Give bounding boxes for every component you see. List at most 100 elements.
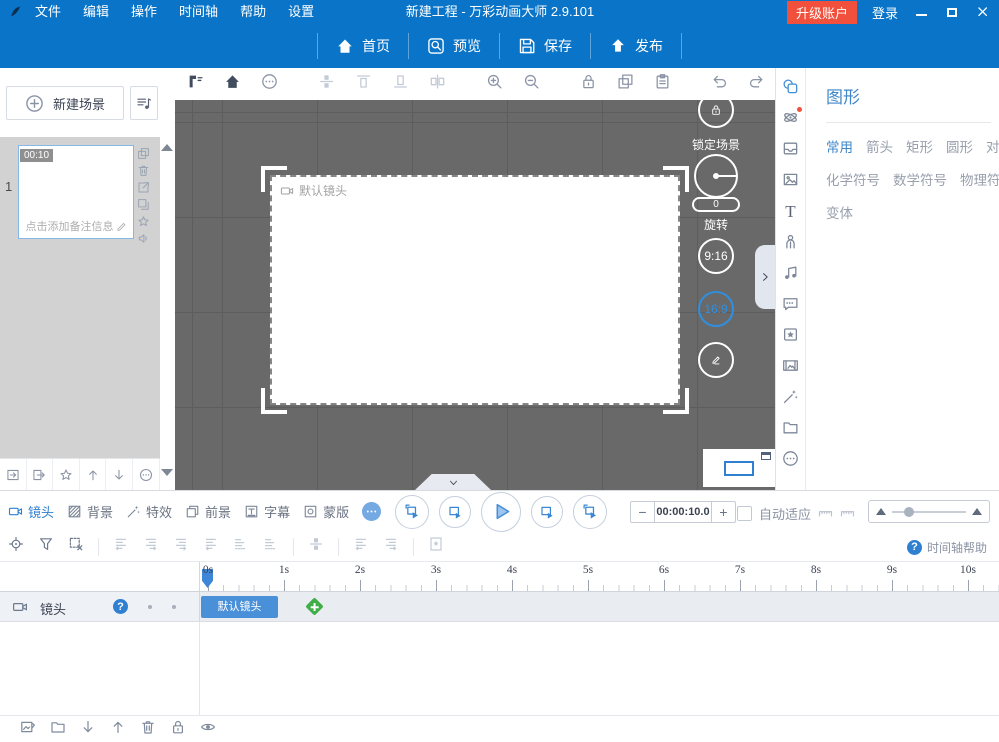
decrease-time-button[interactable]: − — [631, 502, 654, 522]
zoom-in-handle-icon[interactable] — [972, 508, 982, 515]
shift-left-button[interactable] — [203, 536, 219, 557]
upgrade-account-button[interactable]: 升级账户 — [787, 1, 857, 24]
login-button[interactable]: 登录 — [872, 3, 898, 22]
auto-fit-checkbox[interactable] — [737, 506, 752, 521]
maximize-button[interactable] — [944, 4, 960, 20]
canvas[interactable]: 默认镜头 锁定场景 0 旋转 9:16 16:9 — [175, 100, 775, 490]
slider-handle[interactable] — [904, 507, 914, 517]
swap-layers-button[interactable] — [308, 536, 324, 557]
insert-scene-button[interactable] — [0, 459, 27, 491]
timeline-body[interactable] — [0, 622, 999, 715]
more-layers-button[interactable] — [362, 502, 381, 521]
shape-category[interactable]: 箭头 — [866, 136, 893, 156]
scene-thumbnail[interactable]: 00:10 点击添加备注信息 — [18, 145, 134, 239]
more-scene-options-button[interactable] — [133, 459, 160, 491]
locate-playhead-button[interactable] — [8, 536, 24, 557]
home-button[interactable]: 首页 — [318, 24, 408, 68]
delete-scene-button[interactable] — [137, 164, 150, 177]
export-scene-button[interactable] — [137, 181, 150, 194]
shift-right-button[interactable] — [173, 536, 189, 557]
scene-audio-button[interactable] — [137, 232, 150, 245]
scene-music-button[interactable] — [130, 86, 158, 120]
time-value[interactable]: 00:00:10.0 — [654, 502, 712, 522]
next-scene-button[interactable] — [106, 459, 133, 491]
folder-tool-button[interactable] — [782, 419, 799, 437]
shape-category[interactable]: 化学符号 — [826, 169, 880, 189]
minimap[interactable] — [703, 449, 775, 487]
track-help-icon[interactable]: ? — [113, 599, 128, 614]
copy-button[interactable] — [617, 73, 634, 95]
fit-ruler-icon[interactable] — [818, 506, 833, 521]
ratio-9-16-button[interactable]: 9:16 — [698, 238, 734, 274]
layer-tab-6[interactable]: 蒙版 — [303, 502, 349, 521]
help-icon[interactable]: ? — [907, 540, 922, 555]
redo-button[interactable] — [748, 73, 765, 95]
move-layer-down-button[interactable] — [383, 536, 399, 557]
shape-category[interactable]: 圆形 — [946, 136, 973, 156]
duplicate-scene-button[interactable] — [137, 198, 150, 211]
rotate-dial[interactable] — [694, 154, 738, 198]
align-bottom-button[interactable] — [392, 73, 409, 95]
expand-panel-button[interactable] — [755, 245, 775, 309]
canvas-home-button[interactable] — [224, 73, 241, 95]
scroll-down-icon[interactable] — [161, 469, 173, 476]
edit-background-button[interactable] — [698, 342, 734, 378]
image-tool-button[interactable] — [782, 171, 799, 189]
minimap-viewport[interactable] — [724, 461, 754, 476]
menu-item[interactable]: 时间轴 — [168, 0, 229, 24]
shape-category[interactable]: 物理符号 — [960, 169, 999, 189]
paste-button[interactable] — [654, 73, 671, 95]
filter-elements-button[interactable] — [38, 536, 54, 557]
more-tools-button[interactable] — [782, 450, 799, 468]
new-scene-button[interactable]: 新建场景 — [6, 86, 124, 120]
camera-clip[interactable]: 默认镜头 — [201, 596, 278, 618]
scale-ruler-icon[interactable] — [840, 506, 855, 521]
save-button[interactable]: 保存 — [500, 24, 590, 68]
move-element-up-button[interactable] — [110, 719, 126, 740]
menu-item[interactable]: 文件 — [24, 0, 72, 24]
shape-category[interactable]: 常用 — [826, 136, 853, 156]
play-current-scene-button[interactable] — [439, 496, 471, 528]
publish-button[interactable]: 发布 — [591, 24, 681, 68]
distribute-vertical-button[interactable] — [318, 73, 335, 95]
play-element-button[interactable] — [531, 496, 563, 528]
play-from-start-button[interactable] — [395, 495, 429, 529]
zoom-out-button[interactable] — [523, 73, 540, 95]
move-element-down-button[interactable] — [80, 719, 96, 740]
timeline-zoom-slider[interactable] — [868, 500, 990, 523]
distribute-time-button[interactable] — [263, 536, 279, 557]
copy-scene-button[interactable] — [137, 147, 150, 160]
track-lane[interactable]: 默认镜头 — [200, 592, 999, 621]
shape-category[interactable]: 对话框 — [986, 136, 999, 156]
favorite-scene-button[interactable] — [137, 215, 150, 228]
zoom-out-handle-icon[interactable] — [876, 508, 886, 515]
increase-time-button[interactable]: + — [712, 502, 735, 522]
move-layer-up-button[interactable] — [353, 536, 369, 557]
track-option-dot[interactable] — [148, 605, 152, 609]
timeline-ruler[interactable]: 0s1s2s3s4s5s6s7s8s9s10s — [200, 562, 999, 591]
layer-tab-3[interactable]: 特效 — [126, 502, 172, 521]
timeline-help-label[interactable]: 时间轴帮助 — [927, 539, 987, 556]
magic-tool-button[interactable] — [782, 388, 799, 406]
animation-tool-button[interactable] — [782, 109, 799, 127]
prev-scene-button[interactable] — [80, 459, 107, 491]
align-end-button[interactable] — [143, 536, 159, 557]
toggle-visibility-button[interactable] — [200, 719, 216, 740]
scene-note[interactable]: 点击添加备注信息 — [19, 218, 133, 234]
lock-track-button[interactable] — [170, 719, 186, 740]
slider-track[interactable] — [892, 511, 966, 513]
deselect-all-button[interactable] — [68, 536, 84, 557]
zoom-in-button[interactable] — [486, 73, 503, 95]
minimize-button[interactable] — [913, 4, 929, 20]
align-top-button[interactable] — [355, 73, 372, 95]
shape-category[interactable]: 数学符号 — [893, 169, 947, 189]
lock-element-button[interactable] — [580, 73, 597, 95]
group-elements-button[interactable] — [50, 719, 66, 740]
character-tool-button[interactable] — [782, 233, 799, 251]
match-duration-button[interactable] — [233, 536, 249, 557]
effect-tool-button[interactable] — [782, 326, 799, 344]
video-tool-button[interactable] — [782, 357, 799, 375]
export-scenes-button[interactable] — [27, 459, 54, 491]
menu-item[interactable]: 编辑 — [72, 0, 120, 24]
collapse-tab-button[interactable] — [415, 474, 491, 490]
